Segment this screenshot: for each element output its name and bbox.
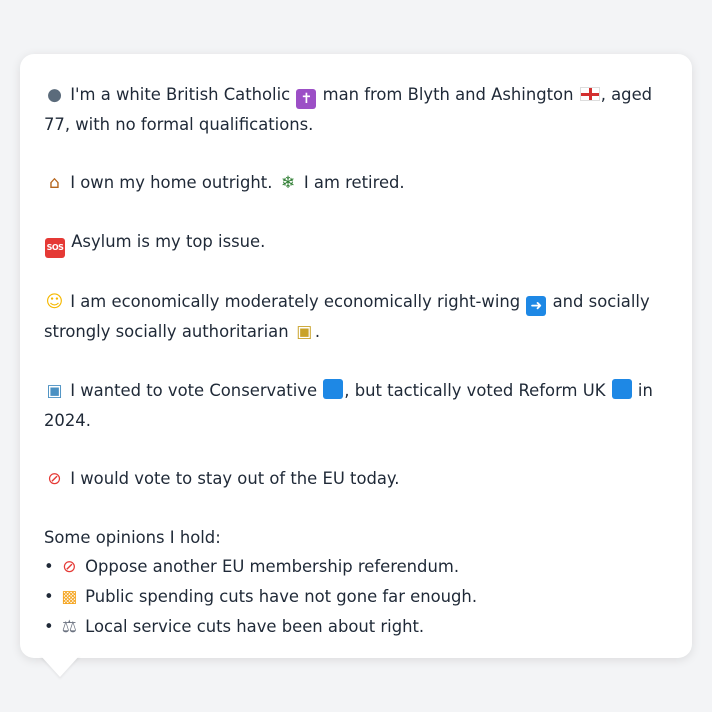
latin-cross-icon: ✝ <box>296 89 317 109</box>
eu-line: ⊘ I would vote to stay out of the EU tod… <box>44 464 668 494</box>
opinion-item: • ▩ Public spending cuts have not gone f… <box>44 582 668 612</box>
vote-line: ▣ I wanted to vote Conservative , but ta… <box>44 376 668 435</box>
person-silhouette-icon: ● <box>47 85 62 105</box>
england-flag-icon <box>579 87 600 101</box>
lock-icon: ▣ <box>296 322 313 342</box>
palm-tree-icon: ❄ <box>281 173 296 193</box>
bubble-tail <box>40 655 80 677</box>
issue-line: SOS Asylum is my top issue. <box>44 227 668 258</box>
prohibited-icon: ⊘ <box>62 557 77 577</box>
opinion-item: • ⚖ Local service cuts have been about r… <box>44 612 668 642</box>
balance-scale-icon: ⚖ <box>61 617 78 637</box>
ballot-box-icon: ▣ <box>46 381 63 401</box>
identity-line: ● I'm a white British Catholic ✝ man fro… <box>44 80 668 139</box>
construction-barrier-icon: ▩ <box>61 587 78 607</box>
house-icon: ⌂ <box>49 173 60 193</box>
blue-square-icon <box>611 379 632 399</box>
thinking-face-icon: ☺ <box>45 292 64 312</box>
opinion-item: • ⊘ Oppose another EU membership referen… <box>44 552 668 582</box>
prohibited-icon: ⊘ <box>47 469 62 489</box>
blue-square-icon <box>323 379 344 399</box>
home-line: ⌂ I own my home outright. ❄ I am retired… <box>44 168 668 198</box>
ideology-line: ☺ I am economically moderately economica… <box>44 287 668 347</box>
persona-message-bubble: ● I'm a white British Catholic ✝ man fro… <box>20 54 692 658</box>
opinions-heading: Some opinions I hold: <box>44 528 221 547</box>
right-arrow-icon: ➜ <box>526 296 547 316</box>
sos-icon: SOS <box>45 238 65 258</box>
